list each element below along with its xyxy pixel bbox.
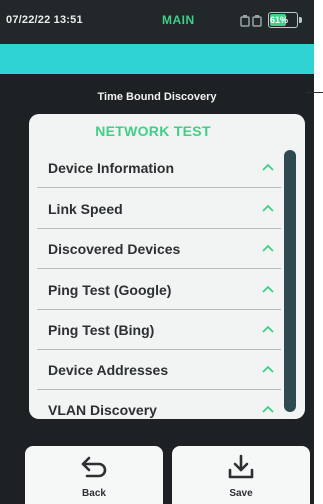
save-button-label: Save	[229, 488, 253, 499]
list-item-label: Ping Test (Google)	[48, 282, 172, 298]
list-item-vlan-discovery[interactable]: VLAN Discovery	[37, 390, 281, 419]
chevron-up-icon	[262, 204, 274, 212]
list-item-device-information[interactable]: Device Information	[37, 148, 281, 188]
back-arrow-icon	[81, 456, 107, 478]
list-item-ping-test-bing[interactable]: Ping Test (Bing)	[37, 310, 281, 350]
header-band	[0, 44, 314, 74]
battery-percent: 61%	[270, 15, 289, 25]
chevron-up-icon	[262, 163, 274, 171]
network-test-panel: NETWORK TEST Device Information Link Spe…	[29, 114, 305, 419]
list-item-label: VLAN Discovery	[48, 402, 157, 418]
list-item-device-addresses[interactable]: Device Addresses	[37, 350, 281, 390]
back-button[interactable]: Back	[25, 446, 163, 504]
list-item-label: Device Information	[48, 160, 175, 176]
list-item-ping-test-google[interactable]: Ping Test (Google)	[37, 270, 281, 310]
download-icon	[228, 454, 254, 479]
ethernet-ports-icon	[240, 15, 262, 27]
list-item-label: Ping Test (Bing)	[48, 322, 155, 338]
scrollbar-thumb[interactable]	[284, 150, 296, 412]
list-item-label: Discovered Devices	[48, 241, 181, 257]
chevron-up-icon	[262, 285, 274, 293]
save-button[interactable]: Save	[172, 446, 310, 504]
chevron-up-icon	[262, 244, 274, 252]
battery-tip	[299, 17, 302, 23]
device-screen: 07/22/22 13:51 MAIN 61% Time Bound Disco…	[0, 0, 314, 504]
list-item-discovered-devices[interactable]: Discovered Devices	[37, 229, 281, 269]
battery-fill: 61%	[270, 14, 289, 26]
status-mode: MAIN	[162, 13, 195, 27]
chevron-up-icon	[262, 365, 274, 373]
list-item-label: Device Addresses	[48, 362, 169, 378]
panel-title: NETWORK TEST	[95, 123, 211, 139]
page-margin	[314, 0, 323, 504]
status-bar: 07/22/22 13:51 MAIN 61%	[0, 0, 314, 44]
status-datetime: 07/22/22 13:51	[6, 14, 83, 26]
page-title: Time Bound Discovery	[97, 91, 217, 103]
callout-line	[306, 92, 323, 93]
chevron-up-icon	[262, 405, 274, 413]
list-item-link-speed[interactable]: Link Speed	[37, 189, 281, 229]
battery-indicator: 61%	[268, 12, 298, 28]
list-item-label: Link Speed	[48, 201, 123, 217]
back-button-label: Back	[82, 488, 106, 499]
chevron-up-icon	[262, 325, 274, 333]
